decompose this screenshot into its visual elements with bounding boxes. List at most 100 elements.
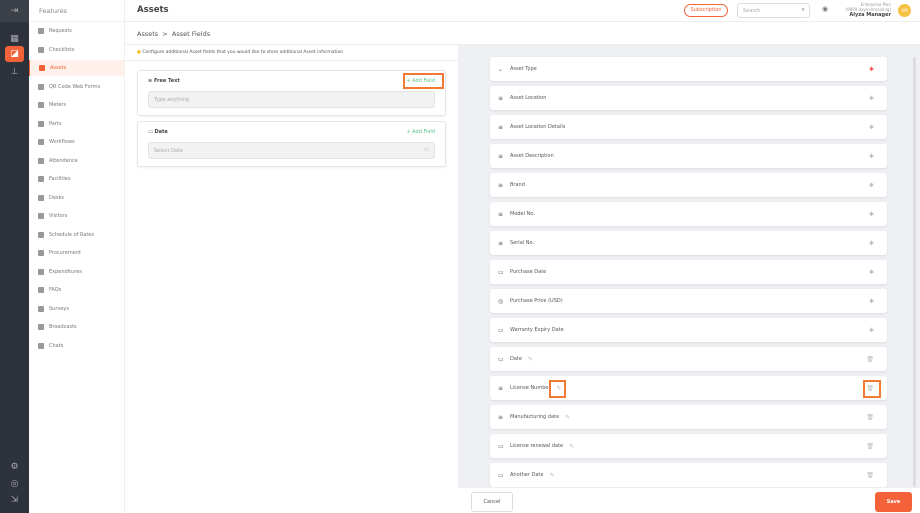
search-input[interactable]: Search ⌕: [737, 3, 810, 18]
sidebar-item-label: Desks: [49, 194, 65, 201]
field-row[interactable]: ▭ Another Date ✎ 🗑: [490, 463, 887, 487]
free-text-card: ≡ Free Text + Add Field Type anything: [137, 70, 446, 116]
help-icon[interactable]: ◉: [822, 5, 828, 13]
trash-icon[interactable]: 🗑: [866, 414, 874, 421]
required-asterisk-icon: ✱: [868, 94, 874, 102]
date-input[interactable]: Select Date ▭: [148, 142, 435, 159]
feature-icon: [38, 139, 44, 145]
trash-icon[interactable]: 🗑: [866, 472, 874, 479]
breadcrumb-assets[interactable]: Assets: [137, 30, 158, 38]
field-row[interactable]: ≡ Model No. ✱: [490, 202, 887, 226]
text-lines-icon: ≡: [148, 78, 153, 84]
field-row[interactable]: ≡ Serial No. ✱: [490, 231, 887, 255]
field-row[interactable]: ▭ Purchase Date ✱: [490, 260, 887, 284]
asset-fields-list: ⌄ Asset Type ✱ ≡ Asset Location ✱ ≡ Asset Locat…: [458, 45, 920, 487]
field-row[interactable]: ▭ License renewal date ✎ 🗑: [490, 434, 887, 458]
highlight-box: [549, 380, 566, 398]
logout-icon[interactable]: ⇲: [5, 492, 24, 508]
calendar-icon: ▭: [498, 442, 504, 450]
text-icon: ≡: [498, 123, 504, 131]
trash-icon[interactable]: 🗑: [866, 443, 874, 450]
field-row[interactable]: ≡ Asset Description ✱: [490, 144, 887, 168]
feature-icon: [38, 287, 44, 293]
field-row[interactable]: ◎ Purchase Price (USD) ✱: [490, 289, 887, 313]
user-name[interactable]: Alyza Manager: [846, 13, 891, 18]
highlight-box: [863, 380, 881, 398]
feature-icon: [38, 176, 44, 182]
sidebar-item-attendance[interactable]: Attendance: [29, 153, 125, 169]
free-text-input[interactable]: Type anything: [148, 91, 435, 108]
sidebar-item-label: Expenditures: [49, 268, 82, 275]
field-label: Purchase Price (USD): [510, 298, 563, 304]
dashboard-grid-icon[interactable]: ▦: [5, 31, 24, 47]
scrollbar[interactable]: [913, 57, 916, 487]
sidebar-item-desks[interactable]: Desks: [29, 190, 125, 206]
text-icon: ≡: [498, 384, 504, 392]
org-chart-icon[interactable]: ⊥: [5, 64, 24, 80]
settings-icon[interactable]: ⚙: [5, 459, 24, 475]
feature-icon: [38, 157, 44, 164]
field-label: Purchase Date: [510, 269, 547, 275]
field-label: Date: [510, 356, 522, 362]
sidebar-item-label: Checklists: [49, 46, 75, 53]
sidebar-item-label: Chats: [49, 342, 64, 349]
sidebar-item-assets[interactable]: Assets: [29, 60, 125, 76]
sidebar-item-surveys[interactable]: Surveys: [29, 301, 125, 317]
sidebar-item-broadcasts[interactable]: Broadcasts: [29, 319, 125, 335]
sidebar-item-requests[interactable]: Requests: [29, 23, 125, 39]
sidebar-item-schedule-of-rates[interactable]: Schedule of Rates: [29, 227, 125, 243]
info-tip: ● Configure additional Asset fields that…: [125, 45, 458, 61]
text-icon: ≡: [498, 152, 504, 160]
features-icon[interactable]: ◪: [5, 46, 24, 62]
field-label: Asset Type: [510, 66, 537, 72]
sidebar-item-parts[interactable]: Parts: [29, 116, 125, 132]
sidebar-item-label: Attendance: [49, 157, 78, 164]
support-icon[interactable]: ◎: [5, 476, 24, 492]
field-row[interactable]: ▭ Warranty Expiry Date ✱: [490, 318, 887, 342]
required-asterisk-icon: ✱: [868, 239, 874, 247]
breadcrumb: Assets > Asset Fields: [125, 22, 920, 45]
pencil-icon[interactable]: ✎: [565, 414, 570, 421]
field-row[interactable]: ⌄ Asset Type ✱: [490, 57, 887, 81]
required-asterisk-icon: ✱: [868, 326, 874, 334]
calendar-icon: ▭: [424, 147, 429, 153]
text-icon: ≡: [498, 181, 504, 189]
field-row[interactable]: ≡ Asset Location Details ✱: [490, 115, 887, 139]
lightbulb-icon: ●: [137, 50, 141, 55]
sidebar-item-label: Schedule of Rates: [49, 231, 95, 238]
field-row[interactable]: ≡ Asset Location ✱: [490, 86, 887, 110]
pencil-icon[interactable]: ✎: [549, 472, 554, 479]
feature-icon: [38, 213, 44, 219]
subscription-button[interactable]: Subscription: [684, 4, 728, 17]
currency-icon: ◎: [498, 297, 504, 305]
save-button[interactable]: Save: [875, 492, 912, 512]
sidebar-item-faqs[interactable]: FAQs: [29, 282, 125, 298]
sidebar-item-visitors[interactable]: Visitors: [29, 208, 125, 224]
sidebar-item-qr-code-web-forms[interactable]: QR Code Web Forms: [29, 79, 125, 95]
add-field-button[interactable]: + Add Field: [406, 129, 435, 135]
sidebar-item-facilities[interactable]: Facilities: [29, 171, 125, 187]
search-icon[interactable]: ⌕: [802, 6, 805, 14]
sidebar-item-procurement[interactable]: Procurement: [29, 245, 125, 261]
field-row[interactable]: ≡ Brand ✱: [490, 173, 887, 197]
feature-icon: [38, 120, 44, 127]
sidebar-item-workflows[interactable]: Workflows: [29, 134, 125, 150]
text-icon: ≡: [498, 210, 504, 218]
field-label: Manufacturing date: [510, 414, 560, 420]
field-row[interactable]: ≡ Manufacturing date ✎ 🗑: [490, 405, 887, 429]
field-row[interactable]: ▭ Date ✎ 🗑: [490, 347, 887, 371]
trash-icon[interactable]: 🗑: [866, 356, 874, 363]
pencil-icon[interactable]: ✎: [528, 356, 533, 363]
pencil-icon[interactable]: ✎: [569, 443, 574, 450]
feature-icon: [38, 83, 44, 90]
sidebar-item-chats[interactable]: Chats: [29, 338, 125, 354]
cancel-button[interactable]: Cancel: [471, 492, 513, 512]
plan-info: Enterprise Plan (9999 days remaining) Alyz…: [846, 2, 891, 18]
sidebar-item-meters[interactable]: Meters: [29, 97, 125, 113]
field-label: Brand: [510, 182, 525, 188]
sidebar-item-checklists[interactable]: Checklists: [29, 42, 125, 58]
collapse-arrow-icon[interactable]: ⇥: [0, 0, 29, 22]
avatar[interactable]: AM: [898, 4, 911, 17]
sidebar-item-expenditures[interactable]: Expenditures: [29, 264, 125, 280]
sidebar-item-label: Broadcasts: [49, 324, 77, 330]
